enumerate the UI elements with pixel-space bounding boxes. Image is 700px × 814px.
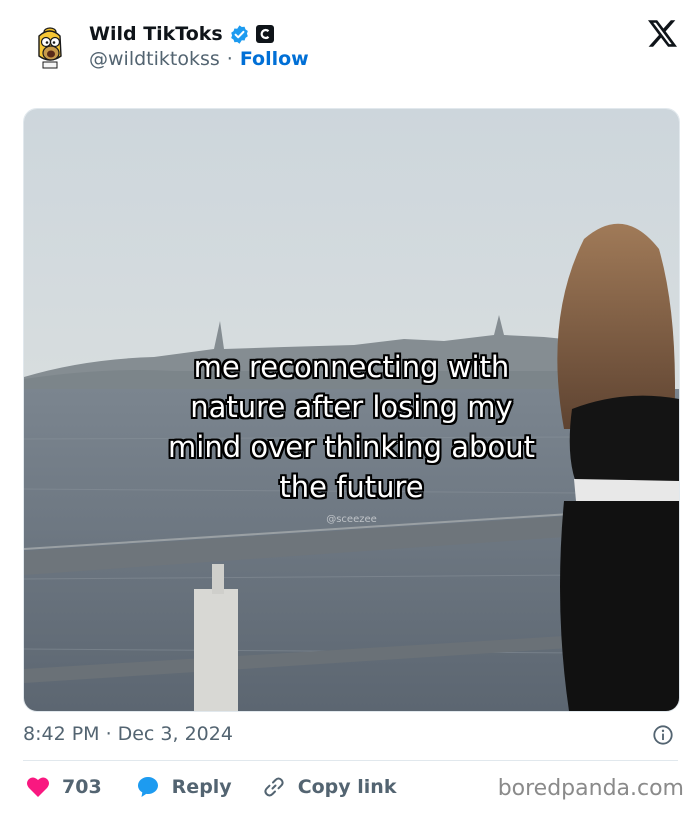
speech-bubble-icon (137, 777, 158, 797)
affiliate-letter-icon (260, 28, 270, 40)
verified-badge-icon (230, 24, 248, 44)
tweet-time: 8:42 PM (23, 723, 100, 745)
affiliate-badge-icon (255, 25, 274, 43)
boredpanda-watermark: boredpanda.com (497, 776, 684, 801)
heart-icon (27, 777, 49, 797)
link-icon (264, 777, 284, 797)
info-icon[interactable] (652, 724, 674, 746)
media-caption: me reconnecting with nature after losing… (24, 347, 679, 507)
cartoon-character-icon (38, 27, 62, 69)
caption-line: mind over thinking about (168, 430, 535, 464)
caption-line: me reconnecting with (193, 350, 510, 384)
media-watermark: @sceezee (326, 514, 377, 525)
like-button[interactable]: 703 (26, 776, 102, 798)
tweet-date: Dec 3, 2024 (117, 723, 233, 745)
copy-link-button[interactable]: Copy link (262, 775, 397, 799)
tweet-embed-card: Wild TikToks @wildtiktokss · Follow me r… (0, 0, 700, 814)
caption-line: nature after losing my (190, 390, 513, 424)
reply-button[interactable]: Reply (136, 775, 232, 799)
follow-button[interactable]: Follow (240, 48, 309, 70)
like-count: 703 (62, 776, 102, 798)
tweet-timestamp[interactable]: 8:42 PM · Dec 3, 2024 (23, 723, 233, 745)
author-display-name[interactable]: Wild TikToks (89, 23, 223, 45)
x-logo-icon[interactable] (648, 20, 677, 47)
author-handle[interactable]: @wildtiktokss (89, 48, 220, 70)
author-name-row: Wild TikToks (89, 21, 274, 47)
author-handle-row: @wildtiktokss · Follow (89, 48, 309, 70)
author-avatar[interactable] (24, 20, 74, 70)
timestamp-separator: · (105, 723, 112, 745)
reply-label: Reply (171, 776, 232, 798)
handle-separator: · (226, 48, 233, 70)
copy-link-label: Copy link (297, 776, 397, 798)
divider (23, 760, 678, 761)
caption-line: the future (279, 470, 424, 504)
tweet-media[interactable]: me reconnecting with nature after losing… (23, 108, 680, 712)
tweet-actions: 703 Reply Copy link (26, 772, 396, 802)
